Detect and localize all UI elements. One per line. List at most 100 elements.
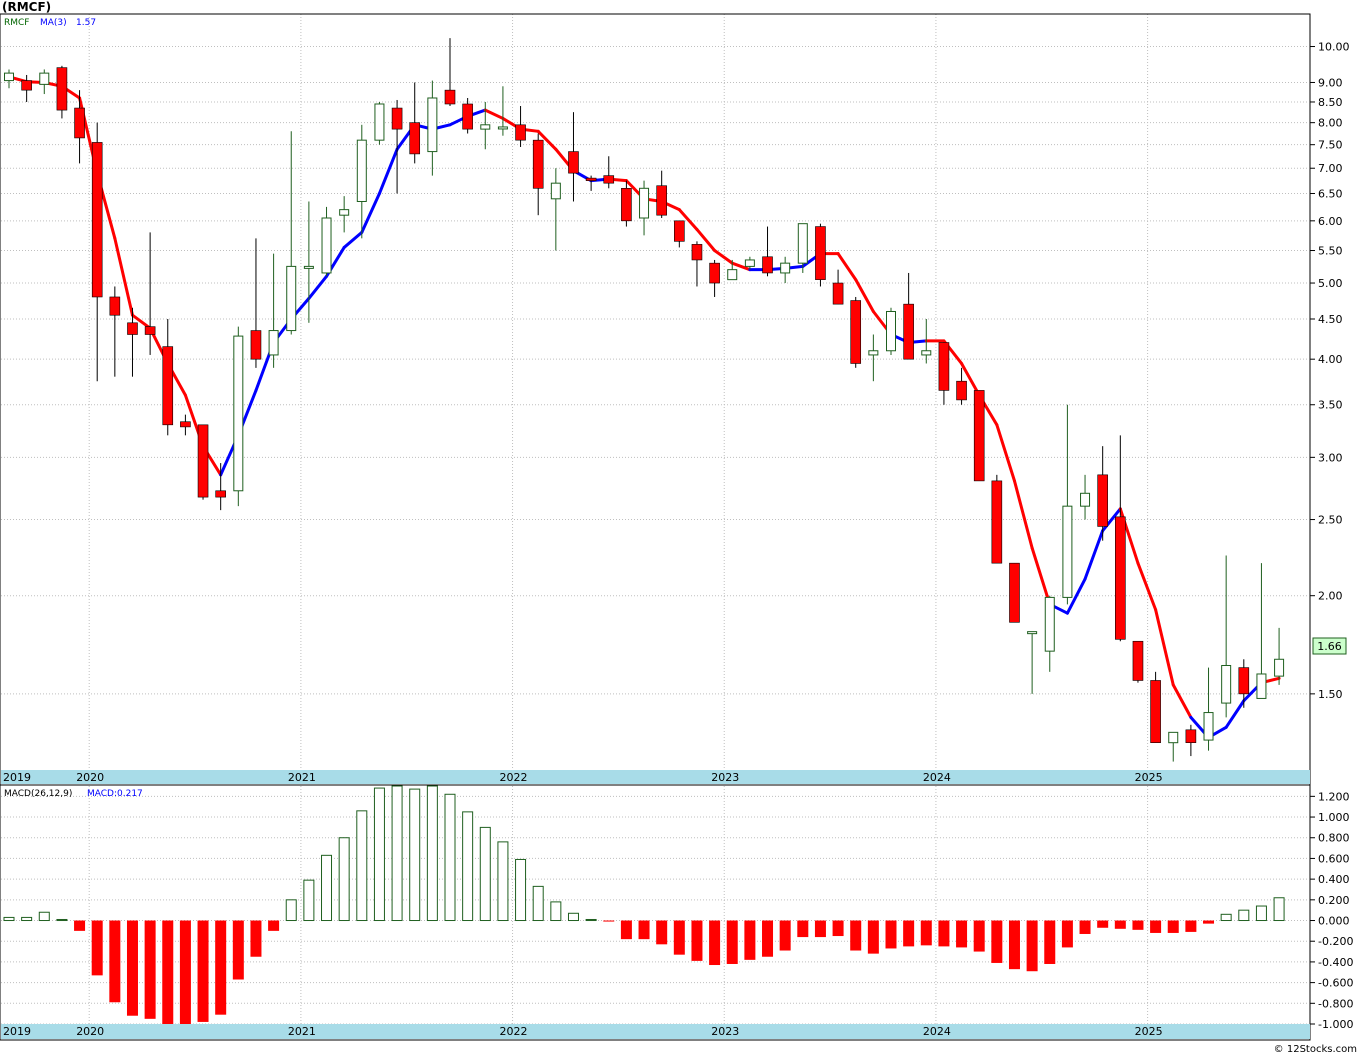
candle-body-up — [374, 103, 385, 141]
macd-bar-positive — [426, 785, 438, 922]
macd-tick-label: -1.000 — [1318, 1018, 1353, 1031]
macd-bar-negative — [938, 920, 950, 947]
macd-bar-positive — [1220, 913, 1232, 922]
macd-year-label: 2025 — [1135, 1025, 1163, 1038]
candle-body-up — [797, 223, 808, 264]
candle-body-up — [233, 335, 244, 492]
candle-body-down — [603, 175, 615, 184]
candle-body-up — [1044, 596, 1055, 652]
macd-bar-negative — [779, 920, 791, 951]
candle-body-up — [268, 330, 279, 356]
candle-body-down — [180, 421, 191, 428]
candle-body-up — [39, 72, 50, 85]
price-year-label: 2022 — [500, 771, 528, 784]
macd-bar-negative — [850, 920, 862, 951]
macd-bar-positive — [585, 918, 597, 922]
macd-bar-positive — [479, 826, 491, 922]
macd-bar-negative — [179, 920, 191, 1024]
candle-body-down — [162, 346, 174, 426]
macd-tick-label: -0.800 — [1318, 997, 1353, 1010]
macd-bar-negative — [74, 920, 86, 931]
candle-body-down — [1097, 474, 1108, 527]
macd-tick-label: -0.200 — [1318, 935, 1353, 948]
candle-body-down — [850, 300, 862, 364]
candle-body-down — [127, 322, 138, 335]
site-credit: © 12Stocks.com — [1274, 1044, 1357, 1055]
macd-year-band — [1, 1024, 1310, 1039]
macd-bar-negative — [1044, 920, 1056, 964]
candle-body-down — [956, 380, 967, 401]
candle-body-down — [532, 139, 544, 189]
candle-body-up — [356, 139, 367, 202]
candle-body-up — [1062, 505, 1073, 598]
macd-tick-label: -0.600 — [1318, 977, 1353, 990]
macd-bar-negative — [126, 920, 138, 1016]
price-tick-label: 3.00 — [1318, 451, 1343, 464]
ma-indicator-label: MA(3) — [40, 18, 67, 28]
macd-year-label: 2022 — [500, 1025, 528, 1038]
macd-bar-positive — [1238, 909, 1250, 922]
macd-bar-positive — [567, 912, 579, 922]
candle-body-up — [727, 269, 738, 281]
candle-body-up — [321, 217, 332, 274]
candle-body-down — [938, 342, 950, 391]
macd-bar-negative — [1185, 920, 1197, 932]
macd-bar-positive — [373, 787, 385, 922]
macd-tick-label: 0.000 — [1318, 915, 1350, 928]
candle-body-up — [886, 310, 896, 352]
macd-bar-negative — [814, 920, 826, 938]
candle-body-down — [973, 390, 985, 482]
macd-tick-label: 1.000 — [1318, 811, 1350, 824]
macd-bar-positive — [321, 854, 333, 922]
macd-tick-label: 0.400 — [1318, 873, 1350, 886]
price-tick-label: 7.00 — [1318, 162, 1343, 175]
candle-body-down — [991, 480, 1003, 564]
macd-bar-positive — [550, 901, 562, 922]
macd-bar-positive — [1273, 897, 1285, 922]
macd-bar-negative — [726, 920, 738, 964]
ma-indicator-value: 1.57 — [76, 18, 96, 28]
stock-chart: (RMCF) 10.00 9.00 8.50 8.00 7.50 7.00 6.50 6.00… — [0, 0, 1360, 1056]
candle-body-up — [744, 259, 755, 267]
macd-bar-negative — [197, 920, 209, 1022]
macd-bar-negative — [991, 920, 1003, 963]
macd-bar-negative — [109, 920, 121, 1003]
macd-bar-negative — [1097, 920, 1109, 928]
macd-bar-positive — [497, 841, 509, 922]
price-year-label: 2024 — [923, 771, 951, 784]
candle-body-up — [1274, 658, 1285, 677]
macd-tick-label: 1.200 — [1318, 790, 1350, 803]
chart-stage: (RMCF) 10.00 9.00 8.50 8.00 7.50 7.00 6.50 6.00… — [0, 0, 1360, 1056]
macd-label: MACD(26,12,9) — [4, 789, 72, 799]
candle-body-down — [1185, 729, 1197, 743]
candle-body-down — [409, 122, 421, 155]
candle-body-up — [497, 126, 508, 130]
candle-body-down — [568, 151, 579, 174]
macd-tick-label: 0.800 — [1318, 832, 1350, 845]
candle-body-up — [868, 350, 879, 356]
candle-body-down — [1150, 680, 1161, 743]
candle-body-down — [832, 282, 844, 305]
macd-bar-negative — [1203, 920, 1215, 924]
macd-bar-negative — [232, 920, 244, 980]
macd-bar-negative — [1061, 920, 1073, 948]
macd-year-label: 2020 — [76, 1025, 104, 1038]
macd-bar-positive — [338, 837, 350, 922]
candle-body-up — [1221, 664, 1232, 704]
macd-bar-negative — [1150, 920, 1162, 933]
candle-body-down — [674, 220, 685, 242]
macd-bar-negative — [1079, 920, 1091, 934]
price-tick-label: 8.50 — [1318, 96, 1343, 109]
price-year-band — [1, 770, 1310, 784]
candle-body-down — [621, 188, 632, 222]
macd-bar-positive — [3, 916, 15, 922]
candle-body-down — [762, 256, 773, 274]
macd-year-label: 2024 — [923, 1025, 951, 1038]
macd-bar-positive — [391, 785, 403, 922]
macd-bar-negative — [744, 920, 756, 960]
candle-body-down — [21, 80, 32, 91]
price-year-label: 2021 — [288, 771, 316, 784]
last-price-value: 1.66 — [1317, 640, 1342, 653]
macd-bar-positive — [56, 918, 68, 922]
macd-bar-positive — [409, 788, 421, 922]
